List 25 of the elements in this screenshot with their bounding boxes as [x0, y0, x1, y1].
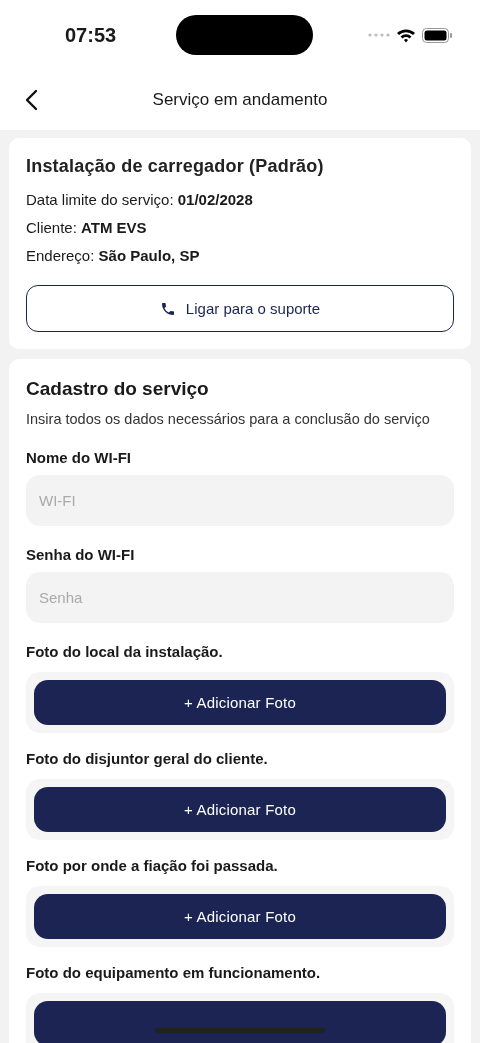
field-label: Senha do WI-FI: [26, 546, 136, 563]
back-icon[interactable]: [24, 89, 38, 111]
add-photo-button[interactable]: + Adicionar Foto: [34, 787, 446, 832]
wifi-icon: [396, 27, 416, 43]
field-label: Nome do WI-FI: [26, 449, 132, 466]
battery-icon: [422, 27, 452, 43]
add-photo-button[interactable]: + Adicionar Foto: [34, 680, 446, 725]
input-field[interactable]: Senha: [26, 572, 454, 623]
phone-icon: [159, 300, 176, 317]
form-title: Cadastro do serviço: [26, 378, 210, 400]
signal-icon: [368, 33, 390, 37]
service-detail: Endereço: São Paulo, SP: [26, 246, 201, 266]
screen-title: Serviço em andamento: [152, 90, 328, 110]
photo-label: Foto por onde a fiação foi passada.: [26, 857, 279, 874]
photo-label: Foto do equipamento em funcionamento.: [26, 964, 322, 981]
service-detail: Data limite do serviço: 01/02/2028: [26, 190, 254, 210]
service-title: Instalação de carregador (Padrão): [26, 156, 325, 177]
support-button[interactable]: Ligar para o suporte: [26, 285, 454, 332]
photo-label: Foto do disjuntor geral do cliente.: [26, 750, 269, 767]
input-field[interactable]: WI-FI: [26, 475, 454, 526]
form-description: Insira todos os dados necessários para a conclusão do serviço: [26, 410, 431, 429]
photo-label: Foto do local da instalação.: [26, 643, 224, 660]
add-photo-button[interactable]: + Adicionar Foto: [34, 894, 446, 939]
status-time: 07:53: [65, 23, 118, 47]
service-detail: Cliente: ATM EVS: [26, 218, 148, 238]
